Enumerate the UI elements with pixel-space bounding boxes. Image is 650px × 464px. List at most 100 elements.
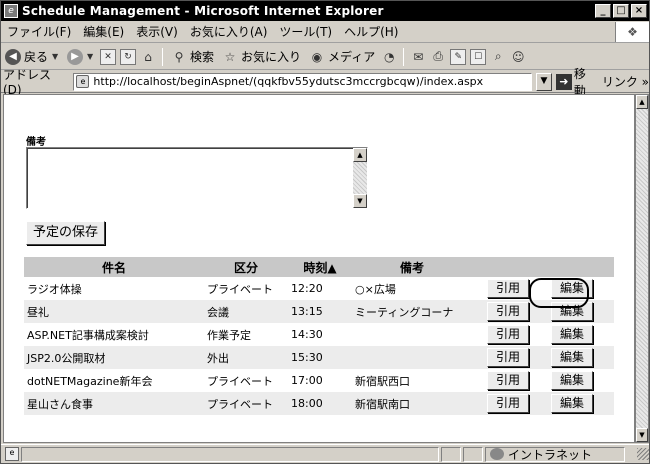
cell-title: 星山さん食事 — [24, 392, 204, 415]
table-row: 昼礼 会議 13:15 ミーティングコーナ 引用 編集 — [24, 300, 614, 323]
address-input[interactable]: e http://localhost/beginAspnet/(qqkfbv55… — [73, 72, 532, 91]
research-icon[interactable]: ⌕ — [490, 49, 506, 65]
scroll-up-icon[interactable]: ▲ — [353, 148, 367, 162]
note-label: 備考 — [26, 137, 46, 148]
cell-time: 17:00 — [291, 374, 323, 387]
scroll-down-icon[interactable]: ▼ — [353, 194, 367, 208]
dropdown-arrow-icon: ▼ — [86, 52, 94, 61]
textarea-scrollbar[interactable]: ▲ ▼ — [353, 148, 367, 208]
browser-window: e Schedule Management - Microsoft Intern… — [0, 0, 650, 464]
menu-view[interactable]: 表示(V) — [130, 23, 184, 40]
maximize-button[interactable]: □ — [613, 4, 629, 18]
media-icon: ◉ — [311, 49, 323, 64]
links-button[interactable]: リンク » — [602, 73, 649, 90]
edit-button[interactable]: 編集 — [551, 348, 593, 367]
cell-category: プライベート — [207, 374, 273, 388]
title-bar: e Schedule Management - Microsoft Intern… — [1, 1, 649, 21]
forward-arrow-icon: ▶ — [67, 48, 84, 65]
table-header-row: 件名 区分 時刻▲ 備考 — [24, 257, 614, 277]
edit-button[interactable]: 編集 — [551, 279, 593, 298]
cell-category: プライベート — [204, 392, 288, 415]
menu-tools[interactable]: ツール(T) — [273, 23, 338, 40]
edit-button[interactable]: 編集 — [551, 371, 593, 390]
table-row: JSP2.0公開取材 外出 15:30 引用 編集 — [24, 346, 614, 369]
cell-note — [352, 346, 472, 369]
cell-edit: 編集 — [532, 323, 614, 346]
save-schedule-button[interactable]: 予定の保存 — [26, 221, 106, 245]
header-note[interactable]: 備考 — [352, 257, 472, 277]
header-time[interactable]: 時刻▲ — [288, 257, 352, 277]
toolbar-separator — [162, 47, 164, 66]
address-dropdown-button[interactable]: ▼ — [535, 72, 552, 91]
back-button[interactable]: ◀ 戻る ▼ — [3, 48, 61, 65]
quote-button[interactable]: 引用 — [487, 279, 529, 298]
cell-quote: 引用 — [472, 300, 532, 323]
edit-page-icon[interactable]: ✎ — [450, 48, 467, 65]
schedule-table: 件名 区分 時刻▲ 備考 ラジオ体操 プライベート 12:20 ○×広場 引用 … — [24, 257, 614, 415]
search-button[interactable]: ⚲ 検索 — [169, 48, 216, 65]
cell-time: 14:30 — [291, 328, 323, 341]
menu-edit[interactable]: 編集(E) — [77, 23, 130, 40]
cell-quote: 引用 — [472, 323, 532, 346]
back-arrow-icon: ◀ — [5, 48, 21, 65]
note-textarea[interactable]: ▲ ▼ — [26, 147, 368, 209]
messenger-icon[interactable]: ☺ — [510, 49, 526, 65]
forward-button[interactable]: ▶ ▼ — [65, 48, 96, 65]
cell-title: ラジオ体操 — [27, 282, 82, 296]
cell-note: 新宿駅南口 — [352, 392, 472, 415]
status-text-panel — [21, 446, 439, 462]
menu-help[interactable]: ヘルプ(H) — [338, 23, 404, 40]
page-scrollbar[interactable]: ▲ ▼ — [635, 94, 649, 443]
print-icon[interactable]: ⎙ — [430, 49, 446, 65]
cell-time: 15:30 — [288, 346, 352, 369]
back-label: 戻る — [24, 50, 49, 64]
table-row: ASP.NET記事構成案検討 作業予定 14:30 引用 編集 — [24, 323, 614, 346]
cell-note: ミーティングコーナ — [352, 300, 472, 323]
media-label: メディア — [328, 50, 376, 64]
edit-button[interactable]: 編集 — [551, 394, 593, 413]
cell-edit: 編集 — [532, 392, 614, 415]
cell-quote: 引用 — [472, 392, 532, 415]
cell-quote: 引用 — [472, 369, 532, 392]
media-button[interactable]: ◉ メディア — [307, 48, 377, 65]
discuss-icon[interactable]: ☐ — [470, 48, 487, 65]
menu-file[interactable]: ファイル(F) — [1, 23, 77, 40]
edit-button[interactable]: 編集 — [551, 325, 593, 344]
header-category[interactable]: 区分 — [204, 257, 288, 277]
cell-title: 昼礼 — [24, 300, 204, 323]
edit-button[interactable]: 編集 — [551, 302, 593, 321]
scroll-up-icon[interactable]: ▲ — [636, 95, 648, 109]
history-icon[interactable]: ◔ — [381, 49, 397, 65]
window-controls: _ □ × — [595, 4, 649, 18]
scroll-down-icon[interactable]: ▼ — [636, 428, 648, 442]
page-status-icon: e — [5, 447, 19, 461]
favorites-button[interactable]: ☆ お気に入り — [220, 48, 303, 65]
mail-icon[interactable]: ✉ — [410, 49, 426, 65]
quote-button[interactable]: 引用 — [487, 371, 529, 390]
cell-note: 新宿駅西口 — [355, 374, 410, 388]
minimize-button[interactable]: _ — [595, 4, 611, 18]
quote-button[interactable]: 引用 — [487, 394, 529, 413]
quote-button[interactable]: 引用 — [487, 325, 529, 344]
cell-note: ○×広場 — [355, 282, 396, 296]
quote-button[interactable]: 引用 — [487, 302, 529, 321]
cell-note — [352, 323, 472, 346]
header-title[interactable]: 件名 — [24, 257, 204, 277]
close-button[interactable]: × — [631, 4, 647, 18]
stop-icon[interactable]: ✕ — [100, 48, 117, 65]
status-panel — [441, 446, 461, 462]
resize-grip-icon[interactable] — [637, 448, 649, 460]
menu-favorites[interactable]: お気に入り(A) — [184, 23, 274, 40]
window-title: Schedule Management - Microsoft Internet… — [22, 4, 384, 18]
cell-edit: 編集 — [532, 346, 614, 369]
dropdown-arrow-icon: ▼ — [51, 52, 59, 61]
go-arrow-icon: ➜ — [555, 73, 572, 90]
refresh-icon[interactable]: ↻ — [120, 48, 137, 65]
ie-icon: e — [4, 4, 18, 18]
quote-button[interactable]: 引用 — [487, 348, 529, 367]
table-row: ラジオ体操 プライベート 12:20 ○×広場 引用 編集 — [24, 277, 614, 300]
cell-time: 13:15 — [288, 300, 352, 323]
cell-quote: 引用 — [472, 277, 532, 300]
cell-category: 会議 — [204, 300, 288, 323]
home-icon[interactable]: ⌂ — [140, 49, 156, 65]
